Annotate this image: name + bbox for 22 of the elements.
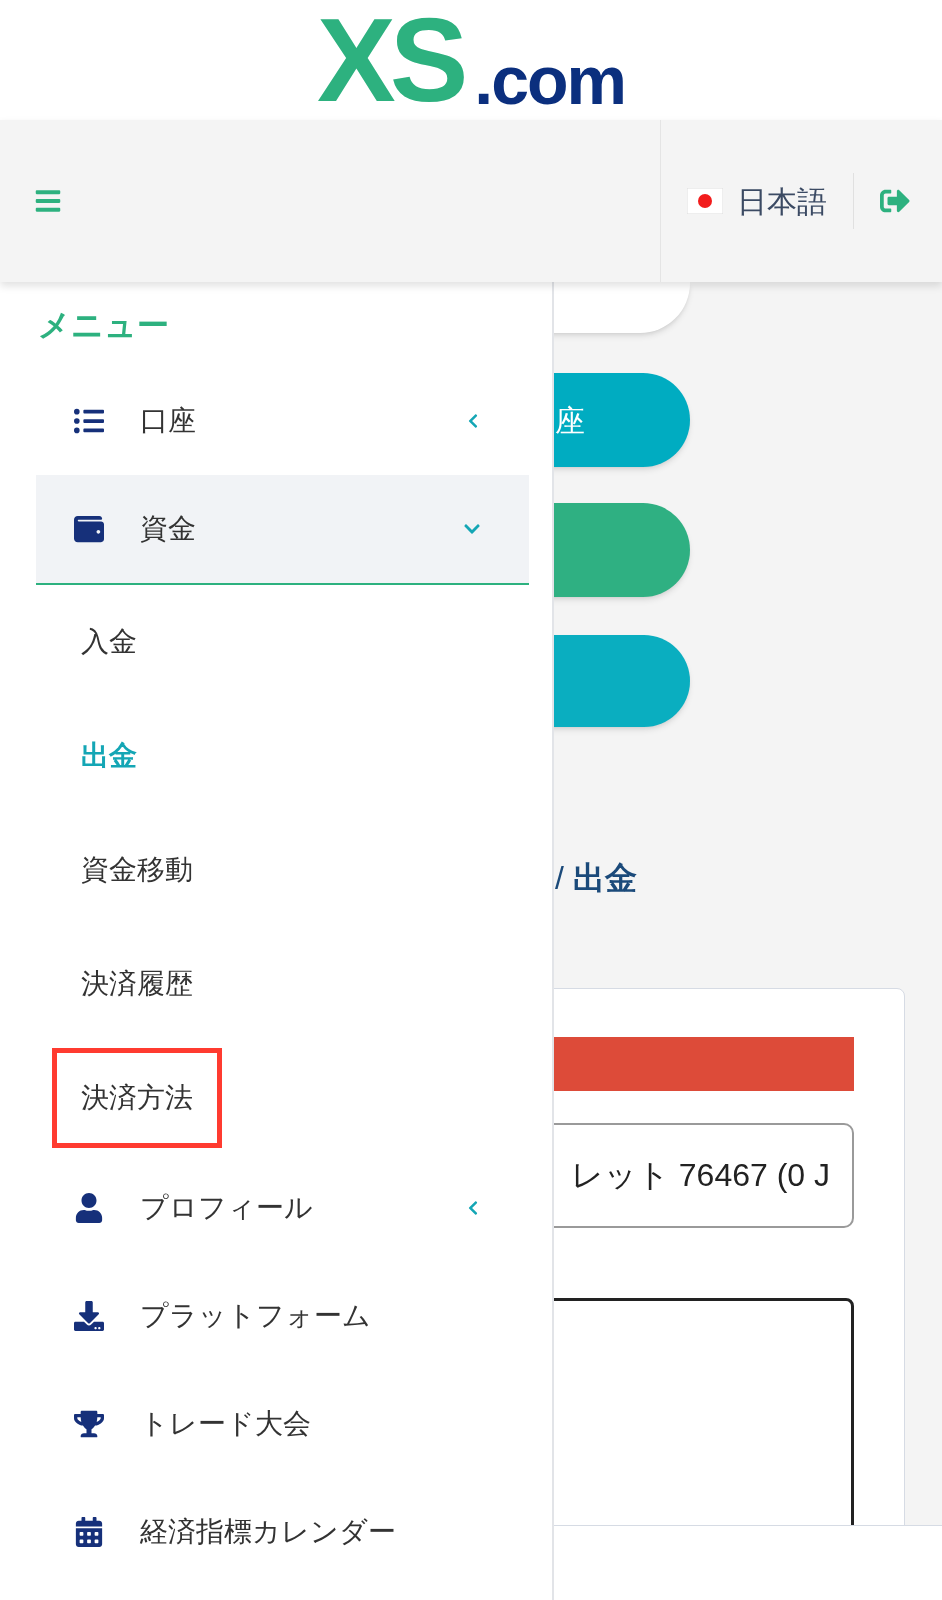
- trophy-icon: [74, 1409, 104, 1439]
- submenu-item[interactable]: 決済方法: [52, 1047, 222, 1148]
- flag-icon: [687, 188, 723, 214]
- menu-item[interactable]: 資金: [36, 475, 529, 585]
- list-icon: [74, 406, 104, 436]
- menu-item[interactable]: 口座: [36, 367, 529, 475]
- submenu-item[interactable]: 資金移動: [52, 820, 222, 920]
- menu-item[interactable]: プラットフォーム: [36, 1262, 529, 1370]
- menu-icon[interactable]: [34, 187, 62, 215]
- menu-item[interactable]: トレード大会: [36, 1370, 529, 1478]
- language-selector[interactable]: 日本語: [687, 178, 827, 224]
- logo-domain: .com: [474, 50, 626, 110]
- submenu-item[interactable]: 決済履歴: [52, 934, 222, 1034]
- breadcrumb: / 出金: [555, 859, 638, 898]
- wallet-icon: [74, 514, 104, 544]
- menu-title: メニュー: [38, 305, 169, 345]
- logo-mark: XS: [316, 10, 464, 110]
- user-icon: [74, 1193, 104, 1223]
- menu-item[interactable]: 経済指標カレンダー: [36, 1478, 529, 1586]
- calendar-icon: [74, 1517, 104, 1547]
- submenu-item[interactable]: 入金: [52, 592, 166, 692]
- download-icon: [74, 1301, 104, 1331]
